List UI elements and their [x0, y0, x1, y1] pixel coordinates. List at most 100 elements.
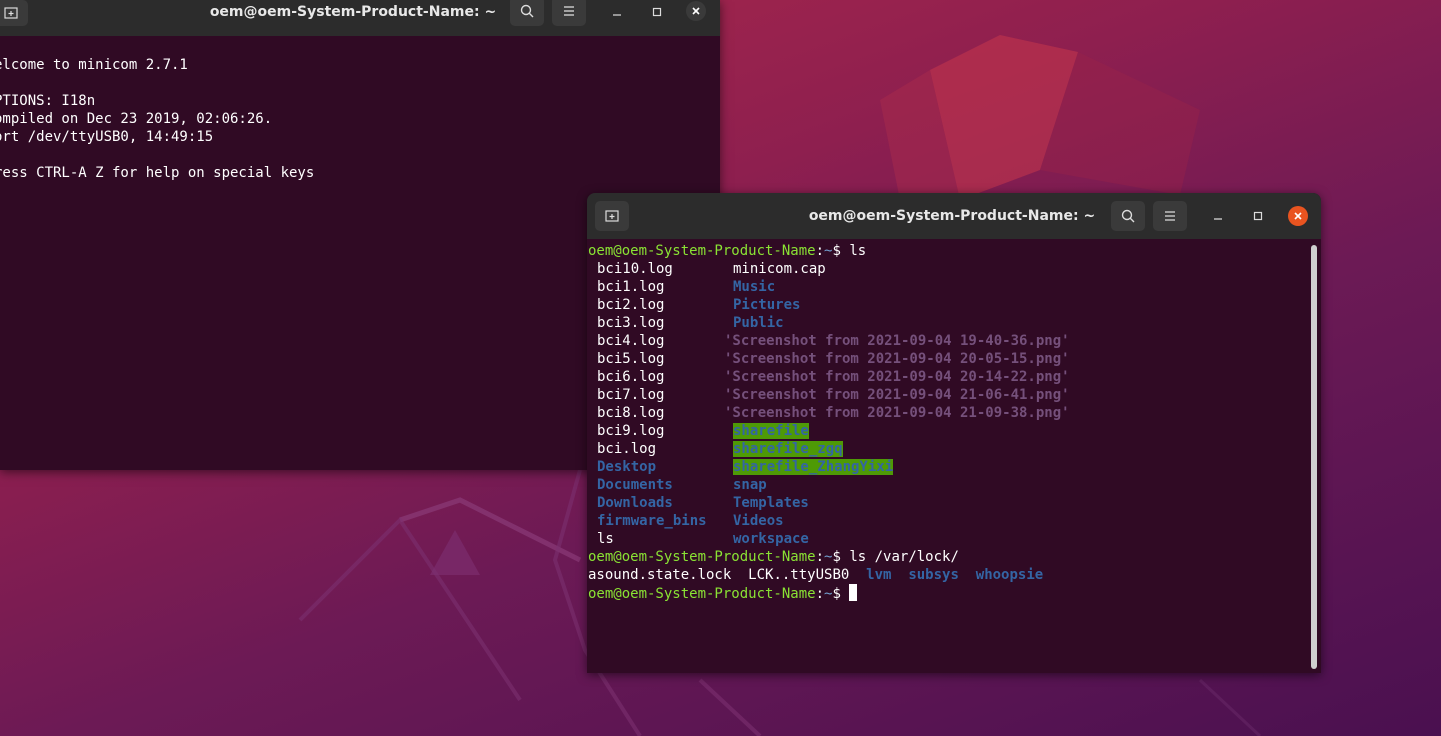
- prompt-user: oem@oem-System-Product-Name: [588, 586, 816, 602]
- ls-entry: sharefile_ZhangYixi: [733, 458, 1070, 476]
- ls-entry-name: Downloads: [597, 495, 673, 511]
- prompt-line-2: oem@oem-System-Product-Name:~$ ls /var/l…: [588, 548, 959, 566]
- ls-entry-name: bci1.log: [597, 279, 665, 295]
- ls-entry: bci3.log: [597, 314, 707, 332]
- ls-entry-name: Templates: [733, 495, 809, 511]
- ls-entry-name: sharefile: [733, 423, 809, 439]
- prompt-user: oem@oem-System-Product-Name: [588, 243, 816, 259]
- ls-entry: Documents: [597, 476, 707, 494]
- prompt-sep: :: [815, 549, 825, 565]
- menu-button[interactable]: [552, 0, 586, 26]
- window-title: oem@oem-System-Product-Name: ~: [808, 208, 1096, 224]
- ls-entry-name: bci9.log: [597, 423, 665, 439]
- ls-entry-name: bci6.log: [597, 369, 665, 385]
- ls-entry: Videos: [733, 512, 1070, 530]
- text-cursor: [849, 584, 858, 601]
- close-icon: [1294, 212, 1302, 220]
- ls-entry: Desktop: [597, 458, 707, 476]
- terminal-body[interactable]: oem@oem-System-Product-Name:~$ ls bci10.…: [587, 239, 1321, 673]
- ls-entry: bci4.log: [597, 332, 707, 350]
- command-text: ls /var/lock/: [849, 549, 959, 565]
- minicom-output[interactable]: elcome to minicom 2.7.1 PTIONS: I18n ompi…: [0, 56, 314, 182]
- ls-column-2: minicom.cap Music Pictures Public 'Screensho…: [724, 260, 1070, 548]
- main-terminal-window[interactable]: oem@oem-System-Product-Name: ~ oem@oem-S…: [587, 193, 1321, 673]
- minimize-button[interactable]: [606, 1, 628, 23]
- ls-entry-name: minicom.cap: [733, 261, 826, 277]
- lock-entry: lvm: [866, 567, 892, 583]
- ls-entry: 'Screenshot from 2021-09-04 20-05-15.png…: [724, 350, 1070, 368]
- ls-entry: bci9.log: [597, 422, 707, 440]
- minicom-line: [0, 146, 314, 164]
- ls-entry: 'Screenshot from 2021-09-04 21-06-41.png…: [724, 386, 1070, 404]
- ls-entry-name: sharefile_zgq: [733, 441, 843, 457]
- close-button[interactable]: [686, 1, 706, 21]
- maximize-icon: [652, 7, 662, 17]
- prompt-sep: :: [815, 586, 825, 602]
- prompt-sep: :: [815, 243, 825, 259]
- lock-entry: whoopsie: [975, 567, 1044, 583]
- ls-entry-name: Videos: [733, 513, 784, 529]
- ls-entry-name: bci5.log: [597, 351, 665, 367]
- hamburger-menu-icon: [564, 6, 574, 16]
- ls-entry: 'Screenshot from 2021-09-04 21-09-38.png…: [724, 404, 1070, 422]
- ls-entry-name: 'Screenshot from 2021-09-04 20-05-15.png…: [724, 351, 1070, 367]
- prompt-line-1: oem@oem-System-Product-Name:~$ ls: [588, 242, 866, 260]
- search-icon: [1121, 209, 1135, 223]
- minicom-line: [0, 74, 314, 92]
- ls-entry-name: Music: [733, 279, 776, 295]
- ls-entry: bci5.log: [597, 350, 707, 368]
- ls-entry: 'Screenshot from 2021-09-04 19-40-36.png…: [724, 332, 1070, 350]
- lock-entry: LCK..ttyUSB0: [748, 567, 850, 583]
- minicom-line: PTIONS: I18n: [0, 93, 96, 109]
- ls-entry: bci6.log: [597, 368, 707, 386]
- ls-entry-name: snap: [733, 477, 767, 493]
- ls-entry-name: Pictures: [733, 297, 801, 313]
- minicom-line: elcome to minicom 2.7.1: [0, 57, 188, 73]
- maximize-icon: [1253, 211, 1263, 221]
- ls-entry-name: bci3.log: [597, 315, 665, 331]
- ls-entry: bci7.log: [597, 386, 707, 404]
- maximize-button[interactable]: [1247, 205, 1269, 227]
- ls-entry-name: workspace: [733, 531, 809, 547]
- prompt-end: $: [832, 549, 850, 565]
- search-button[interactable]: [510, 0, 544, 26]
- prompt-end: $: [832, 243, 850, 259]
- ls-entry-name: 'Screenshot from 2021-09-04 20-14-22.png…: [724, 369, 1070, 385]
- ls-entry: firmware_bins: [597, 512, 707, 530]
- prompt-line-3[interactable]: oem@oem-System-Product-Name:~$: [588, 584, 858, 603]
- search-button[interactable]: [1111, 201, 1145, 231]
- ls-entry: bci.log: [597, 440, 707, 458]
- ls-entry-name: ls: [597, 531, 614, 547]
- maximize-button[interactable]: [646, 1, 668, 23]
- ls-entry: bci8.log: [597, 404, 707, 422]
- lock-entry: subsys: [908, 567, 959, 583]
- minimize-icon: [613, 14, 621, 16]
- ls-entry: 'Screenshot from 2021-09-04 20-14-22.png…: [724, 368, 1070, 386]
- prompt-end: $: [832, 586, 850, 602]
- hamburger-menu-icon: [1165, 211, 1175, 221]
- ls-entry: Downloads: [597, 494, 707, 512]
- close-button[interactable]: [1288, 206, 1308, 226]
- minicom-line: ort /dev/ttyUSB0, 14:49:15: [0, 129, 214, 145]
- lock-entry: asound.state.lock: [588, 567, 732, 583]
- minicom-titlebar[interactable]: oem@oem-System-Product-Name: ~: [0, 0, 720, 36]
- ls-entry-name: 'Screenshot from 2021-09-04 21-06-41.png…: [724, 387, 1070, 403]
- close-icon: [692, 7, 700, 15]
- ls-entry-name: bci4.log: [597, 333, 665, 349]
- ls-entry-name: bci2.log: [597, 297, 665, 313]
- ls-entry-name: Desktop: [597, 459, 657, 475]
- ls-entry: minicom.cap: [733, 260, 1070, 278]
- ls-entry-name: 'Screenshot from 2021-09-04 19-40-36.png…: [724, 333, 1070, 349]
- menu-button[interactable]: [1153, 201, 1187, 231]
- main-titlebar[interactable]: oem@oem-System-Product-Name: ~: [587, 193, 1321, 239]
- scrollbar[interactable]: [1311, 245, 1317, 669]
- ls-entry: Public: [733, 314, 1070, 332]
- ls-entry-name: 'Screenshot from 2021-09-04 21-09-38.png…: [724, 405, 1070, 421]
- command-text: ls: [849, 243, 867, 259]
- new-tab-button[interactable]: [595, 201, 629, 231]
- ls-entry: Music: [733, 278, 1070, 296]
- minimize-button[interactable]: [1207, 205, 1229, 227]
- ls-entry: bci10.log: [597, 260, 707, 278]
- ls-entry: workspace: [733, 530, 1070, 548]
- ls-entry: bci2.log: [597, 296, 707, 314]
